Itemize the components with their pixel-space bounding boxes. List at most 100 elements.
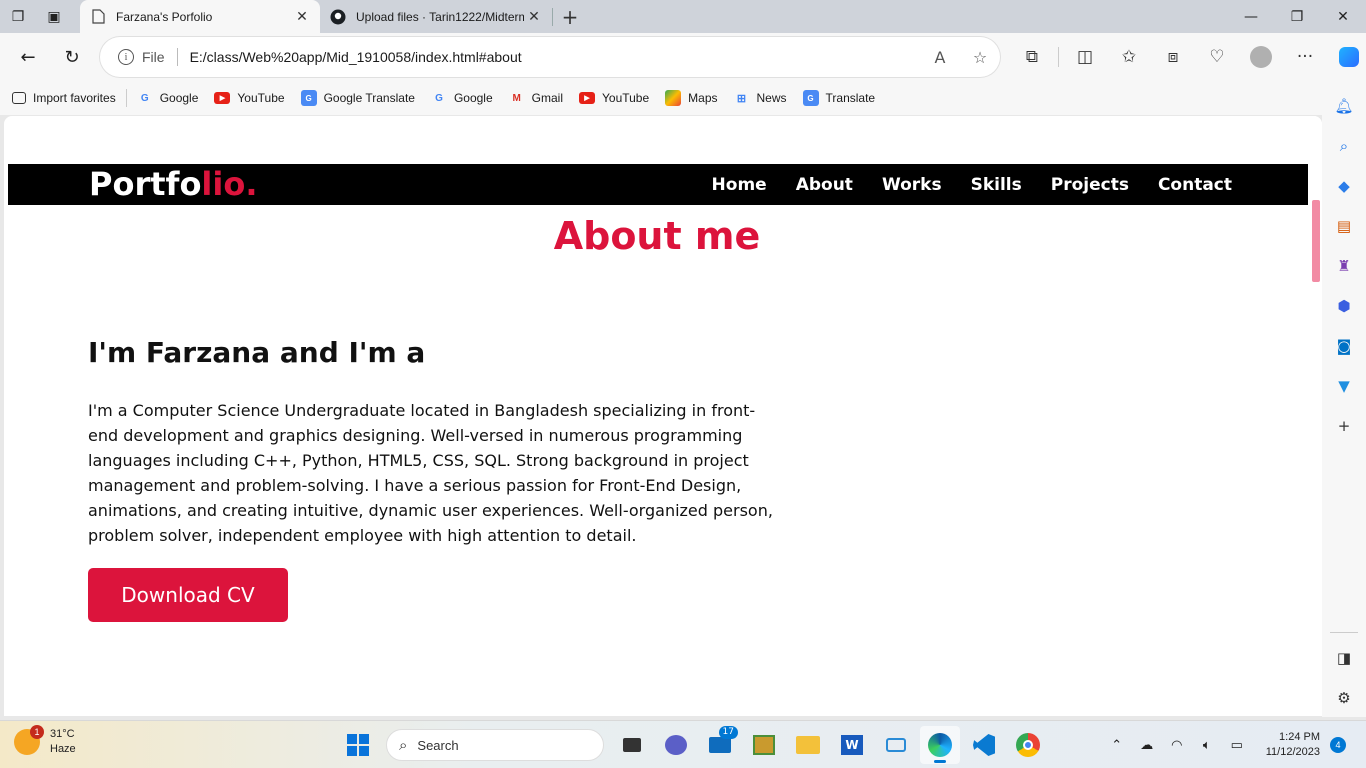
address-divider [176, 48, 178, 66]
app-icon[interactable] [876, 726, 916, 764]
read-aloud-icon[interactable]: A [920, 48, 960, 67]
close-tab-icon[interactable]: ✕ [292, 9, 312, 25]
youtube-icon: ▶ [579, 92, 595, 104]
search-icon[interactable]: ⌕ [1329, 131, 1359, 161]
page-viewport: Portfolio. Home About Works Skills Proje… [4, 116, 1322, 716]
favorite-import[interactable]: Import favorites [12, 91, 116, 105]
nav-contact[interactable]: Contact [1158, 175, 1232, 195]
profile-avatar[interactable] [1239, 39, 1283, 75]
favorites-icon[interactable]: ✩ [1107, 39, 1151, 75]
back-icon[interactable]: ← [6, 39, 50, 75]
nav-home[interactable]: Home [712, 175, 767, 195]
vertical-tabs-icon[interactable]: ▣ [36, 0, 72, 33]
logo-main: Portfo [89, 165, 202, 203]
mail-icon[interactable]: 17 [700, 726, 740, 764]
tab-portfolio[interactable]: Farzana's Porfolio ✕ [80, 0, 320, 33]
taskbar-apps: ⌕ Search 17 W [336, 726, 1050, 764]
edge-icon[interactable] [920, 726, 960, 764]
add-icon[interactable]: + [1329, 411, 1359, 441]
restore-icon[interactable]: ❐ [1274, 0, 1320, 33]
minimize-icon[interactable]: — [1228, 0, 1274, 33]
outlook-icon[interactable]: ◙ [1329, 331, 1359, 361]
clock[interactable]: 1:24 PM 11/12/2023 [1266, 730, 1320, 760]
volume-icon[interactable]: 🔈︎ [1195, 737, 1219, 753]
photos-icon[interactable] [744, 726, 784, 764]
file-explorer-icon[interactable] [788, 726, 828, 764]
google-icon: G [140, 92, 149, 104]
more-menu-icon[interactable]: ··· [1283, 39, 1327, 75]
favorite-gmail[interactable]: M Gmail [509, 90, 563, 106]
toolbar-divider [1058, 47, 1059, 67]
favorite-translate[interactable]: G Translate [802, 90, 876, 106]
site-menu: Home About Works Skills Projects Contact [683, 164, 1232, 205]
browser-essentials-icon[interactable]: ♡ [1195, 39, 1239, 75]
windows-start-icon[interactable] [338, 726, 378, 764]
wifi-icon[interactable]: ◠ [1165, 737, 1189, 753]
settings-icon[interactable]: ⚙ [1329, 683, 1359, 713]
word-icon[interactable]: W [832, 726, 872, 764]
scheme-label: File [142, 49, 165, 65]
games-icon[interactable]: ♜ [1329, 251, 1359, 281]
address-bar[interactable]: i File E:/class/Web%20app/Mid_1910058/in… [100, 37, 1000, 77]
onedrive-icon[interactable]: ☁ [1135, 737, 1159, 753]
new-tab-icon[interactable]: + [553, 0, 587, 33]
clock-time: 1:24 PM [1279, 731, 1320, 743]
system-tray: ⌃ ☁ ◠ 🔈︎ ▭ 1:24 PM 11/12/2023 4 [1102, 721, 1366, 768]
favorite-label: Translate [825, 91, 876, 105]
nav-projects[interactable]: Projects [1051, 175, 1129, 195]
favorite-google-translate[interactable]: G Google Translate [300, 90, 415, 106]
task-view-icon[interactable] [612, 726, 652, 764]
notification-badge[interactable]: 4 [1330, 737, 1346, 753]
favorite-news[interactable]: ⊞ News [734, 90, 787, 106]
site-logo[interactable]: Portfolio. [89, 165, 258, 203]
mail-badge: 17 [718, 726, 738, 739]
favorite-google[interactable]: G Google [431, 90, 493, 106]
split-screen-icon[interactable]: ◫ [1063, 39, 1107, 75]
vscode-icon[interactable] [964, 726, 1004, 764]
chevron-up-icon[interactable]: ⌃ [1105, 737, 1129, 753]
page-scrollbar[interactable] [1310, 116, 1322, 716]
nav-about[interactable]: About [796, 175, 853, 195]
tools-icon[interactable]: ▤ [1329, 211, 1359, 241]
refresh-icon[interactable]: ↻ [50, 39, 94, 75]
chrome-icon[interactable] [1008, 726, 1048, 764]
favorite-youtube[interactable]: ▶ YouTube [579, 91, 649, 105]
url-text[interactable]: E:/class/Web%20app/Mid_1910058/index.htm… [190, 49, 920, 65]
clock-date: 11/12/2023 [1265, 746, 1320, 758]
weather-widget[interactable]: 1 31°C Haze [14, 725, 76, 757]
favorite-label: News [756, 91, 787, 105]
taskbar-search[interactable]: ⌕ Search [386, 729, 604, 761]
teams-chat-icon[interactable] [656, 726, 696, 764]
nav-skills[interactable]: Skills [971, 175, 1022, 195]
import-icon [12, 92, 26, 104]
close-tab-icon[interactable]: ✕ [524, 9, 544, 25]
scrollbar-thumb[interactable] [1312, 200, 1320, 282]
favorite-star-icon[interactable]: ☆ [960, 48, 1000, 67]
nav-works[interactable]: Works [882, 175, 942, 195]
drop-icon[interactable]: ▼ [1329, 371, 1359, 401]
tab-github[interactable]: Upload files · Tarin1222/Midterm ✕ [320, 0, 552, 33]
youtube-icon: ▶ [214, 92, 231, 104]
favorite-google[interactable]: G Google [137, 90, 199, 106]
copilot-icon[interactable] [1327, 39, 1366, 75]
hide-sidebar-icon[interactable]: ◨ [1329, 643, 1359, 673]
gmail-icon: M [512, 92, 521, 104]
shopping-icon[interactable]: ◆ [1329, 171, 1359, 201]
info-icon[interactable]: i [118, 49, 134, 65]
page-icon [90, 9, 106, 25]
favorite-youtube[interactable]: ▶ YouTube [214, 91, 285, 105]
collections-icon[interactable]: ⧈ [1151, 39, 1195, 75]
edge-sidebar: 🔔︎ ⌕ ◆ ▤ ♜ ⬢ ◙ ▼ + ◨ ⚙ [1322, 81, 1366, 717]
section-title: About me [553, 214, 761, 258]
extensions-icon[interactable]: ⧉ [1010, 39, 1054, 75]
close-window-icon[interactable]: ✕ [1320, 0, 1366, 33]
office-icon[interactable]: ⬢ [1329, 291, 1359, 321]
favorites-divider [125, 89, 127, 107]
favorite-label: Gmail [531, 91, 563, 105]
sidebar-divider [1330, 632, 1358, 633]
favorite-maps[interactable]: Maps [665, 90, 718, 106]
bell-icon[interactable]: 🔔︎ [1329, 91, 1359, 121]
battery-icon[interactable]: ▭ [1225, 737, 1249, 753]
download-cv-button[interactable]: Download CV [88, 568, 288, 622]
workspaces-icon[interactable]: ❐ [0, 0, 36, 33]
